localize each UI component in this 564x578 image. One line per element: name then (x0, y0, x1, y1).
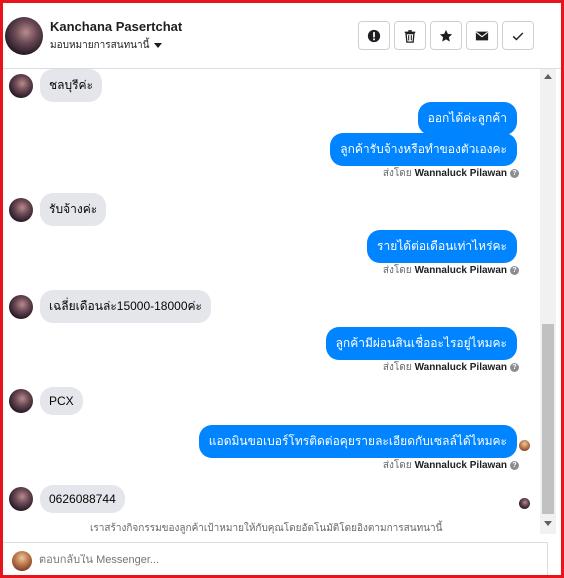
conversation-toolbar (358, 21, 534, 50)
incoming-bubble: ชลบุรีค่ะ (40, 69, 103, 102)
thread-scrollbar[interactable] (540, 69, 556, 534)
automation-note: เราสร้างกิจกรรมของลูกค้าเป้าหมายให้กับคุ… (90, 523, 443, 534)
incoming-message: PCX (3, 387, 83, 415)
sent-by-label: ส่งโดย Wannaluck Pilawan ? (383, 360, 519, 375)
contact-avatar-small (9, 197, 33, 222)
star-icon (439, 29, 453, 42)
scrollbar-thumb[interactable] (542, 324, 554, 514)
contact-avatar-small (9, 73, 33, 98)
contact-avatar[interactable] (5, 17, 43, 55)
scroll-up-arrow-icon[interactable] (544, 74, 552, 79)
mail-icon (475, 31, 489, 40)
incoming-message: รับจ้างค่ะ (3, 193, 107, 226)
sent-by-prefix: ส่งโดย (382, 460, 412, 471)
caret-down-icon (154, 43, 163, 48)
incoming-bubble: PCX (40, 387, 83, 415)
assign-label: มอบหมายการสนทนานี้ (50, 40, 150, 51)
info-icon[interactable]: ? (510, 461, 519, 470)
mark-done-button[interactable] (502, 21, 534, 50)
user-avatar (12, 551, 32, 571)
contact-avatar-small (9, 487, 33, 511)
alert-icon (367, 29, 381, 42)
sent-by-label: ส่งโดย Wannaluck Pilawan ? (383, 458, 519, 473)
info-icon[interactable]: ? (510, 363, 519, 372)
follow-up-button[interactable] (430, 21, 462, 50)
outgoing-bubble: ลูกค้ารับจ้างหรือทำของตัวเองคะ (330, 133, 517, 166)
sent-by-label: ส่งโดย Wannaluck Pilawan ? (383, 166, 519, 181)
sent-by-label: ส่งโดย Wannaluck Pilawan ? (383, 263, 519, 278)
sent-by-name[interactable]: Wannaluck Pilawan (415, 460, 507, 471)
incoming-message: เฉลี่ยเดือนล่ะ15000-18000ค่ะ (3, 290, 211, 323)
incoming-bubble: เฉลี่ยเดือนล่ะ15000-18000ค่ะ (40, 290, 211, 323)
scroll-down-arrow-icon[interactable] (544, 521, 552, 526)
outgoing-bubble: ออกได้ค่ะลูกค้า (417, 102, 517, 135)
seen-avatar (519, 440, 530, 451)
seen-avatar (519, 498, 530, 509)
message-thread[interactable]: ชลบุรีค่ะ ออกได้ค่ะลูกค้า ลูกค้ารับจ้างห… (3, 69, 538, 539)
contact-avatar-small (9, 389, 33, 413)
assign-conversation-dropdown[interactable]: มอบหมายการสนทนานี้ (50, 38, 163, 53)
delete-button[interactable] (394, 21, 426, 50)
mark-spam-button[interactable] (358, 21, 390, 50)
sent-by-prefix: ส่งโดย (382, 168, 412, 179)
outgoing-bubble: ลูกค้ามีผ่อนสินเชื่ออะไรอยู่ไหมคะ (325, 327, 517, 360)
sent-by-name[interactable]: Wannaluck Pilawan (415, 362, 507, 373)
sent-by-prefix: ส่งโดย (382, 265, 412, 276)
trash-icon (404, 29, 416, 43)
contact-name[interactable]: Kanchana Pasertchat (50, 19, 182, 34)
mark-unread-button[interactable] (466, 21, 498, 50)
outgoing-bubble: แอดมินขอเบอร์โทรติดต่อคุยรายละเอียดกับเซ… (198, 425, 517, 458)
contact-avatar-small (9, 294, 33, 319)
sent-by-name[interactable]: Wannaluck Pilawan (415, 168, 507, 179)
reply-input[interactable] (39, 554, 519, 566)
sent-by-prefix: ส่งโดย (382, 362, 412, 373)
info-icon[interactable]: ? (510, 266, 519, 275)
reply-composer (3, 542, 548, 576)
incoming-bubble: รับจ้างค่ะ (40, 193, 107, 226)
incoming-bubble: 0626088744 (40, 485, 125, 513)
sent-by-name[interactable]: Wannaluck Pilawan (415, 265, 507, 276)
outgoing-bubble: รายได้ต่อเดือนเท่าไหร่คะ (367, 230, 517, 263)
incoming-message: ชลบุรีค่ะ (3, 69, 103, 102)
info-icon[interactable]: ? (510, 169, 519, 178)
check-icon (512, 31, 524, 40)
incoming-message: 0626088744 (3, 485, 125, 513)
conversation-header: Kanchana Pasertchat มอบหมายการสนทนานี้ (3, 3, 561, 69)
